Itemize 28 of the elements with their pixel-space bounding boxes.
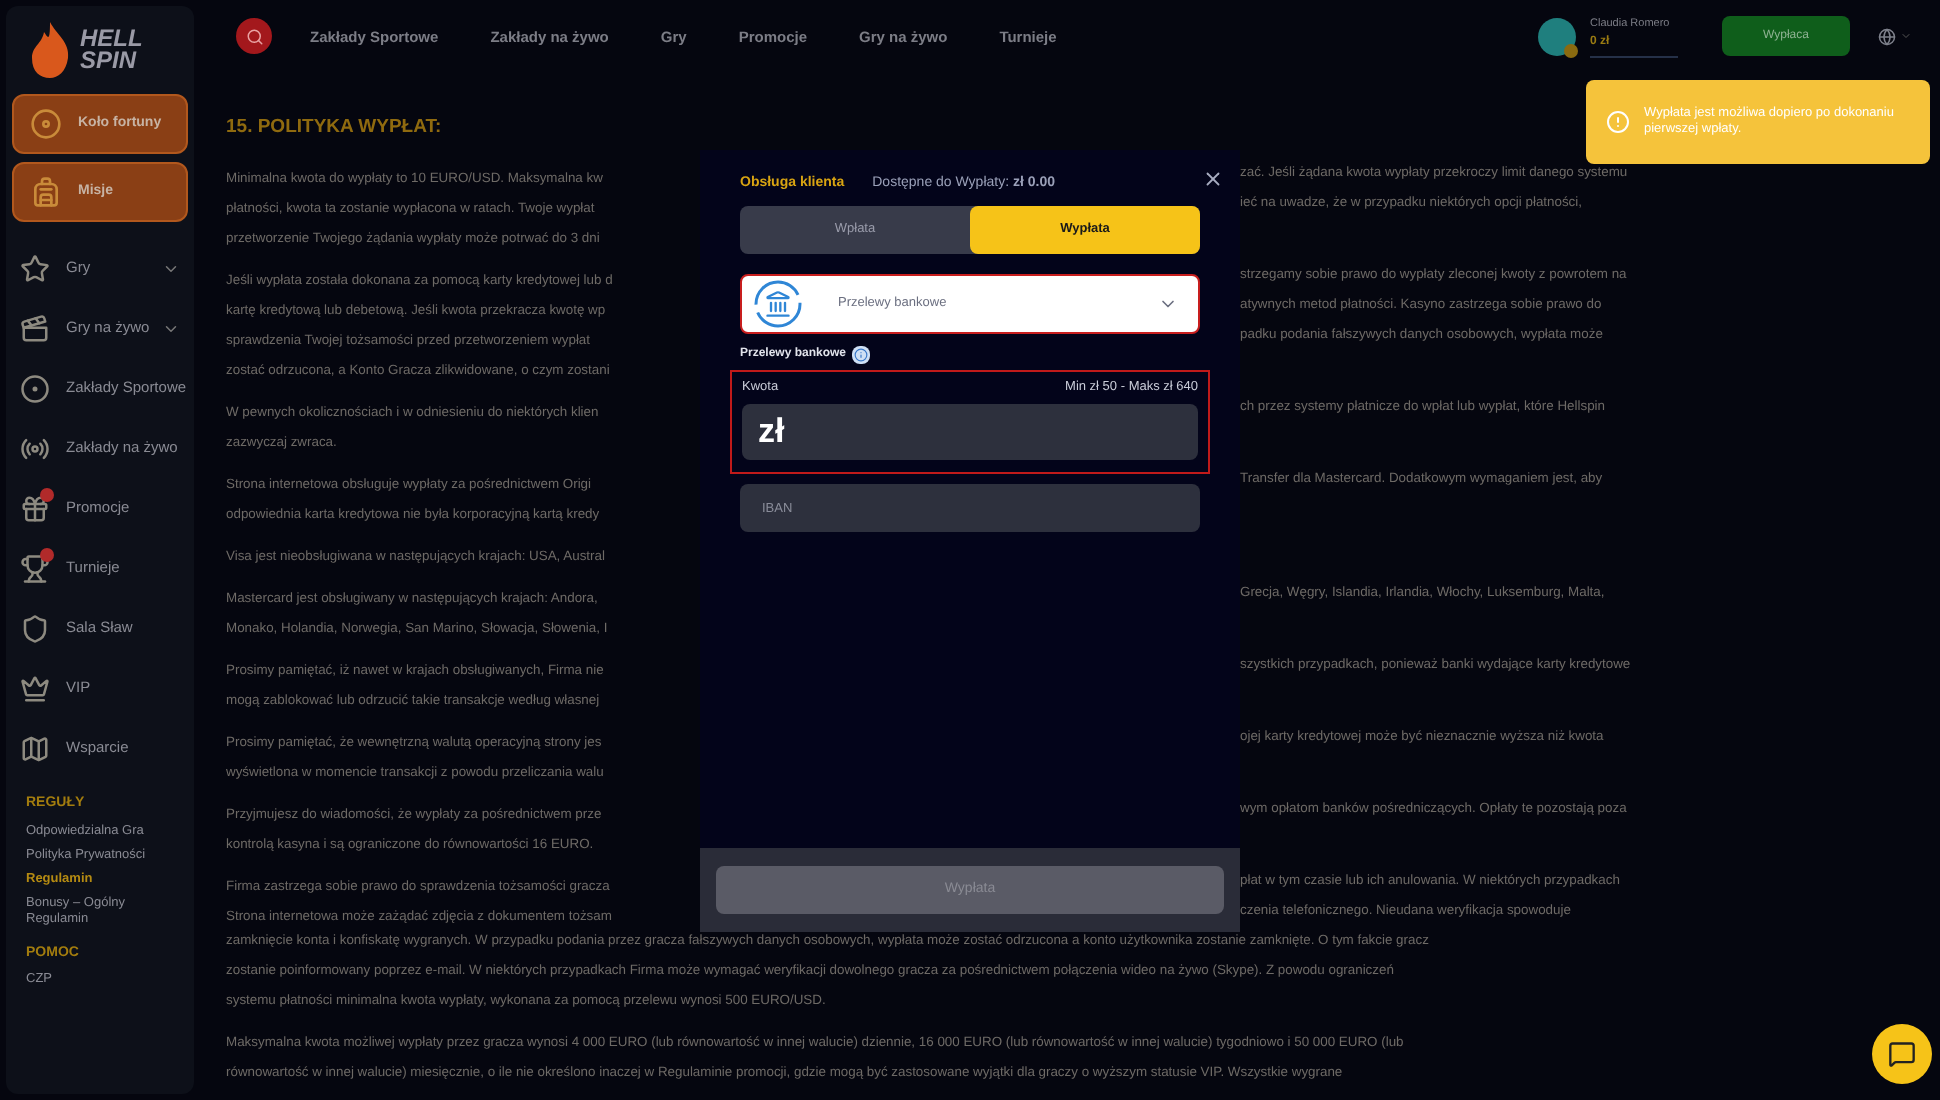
close-icon	[1202, 167, 1224, 189]
chat-button[interactable]	[1872, 1024, 1932, 1084]
radio-icon	[20, 433, 50, 463]
chevron-icon	[1900, 30, 1912, 43]
crown-icon	[20, 673, 50, 703]
alert-icon	[1606, 110, 1630, 134]
clapperboard-icon	[20, 313, 50, 343]
notification-badge	[40, 548, 54, 562]
flame-logo-icon	[28, 20, 72, 80]
star-icon	[20, 253, 50, 283]
logo-text: SPIN	[80, 50, 139, 72]
backpack-icon	[30, 176, 62, 208]
policy-heading: 15. POLITYKA WYPŁAT:	[226, 113, 442, 142]
notification-badge	[40, 488, 54, 502]
amount-input[interactable]: zł	[742, 403, 1198, 460]
info-icon	[852, 346, 871, 364]
close-button[interactable]	[1202, 167, 1224, 189]
map-icon	[20, 733, 50, 763]
logo-text: HELL	[80, 28, 143, 50]
search-icon	[245, 27, 263, 46]
globe-icon[interactable]	[1878, 27, 1896, 46]
avatar[interactable]	[1538, 17, 1576, 56]
trophy-icon	[20, 553, 50, 583]
chat-icon	[1888, 1040, 1916, 1068]
shield-icon	[20, 613, 50, 643]
search-button[interactable]	[236, 18, 272, 55]
bank-icon	[754, 280, 802, 328]
gift-icon	[20, 493, 50, 523]
